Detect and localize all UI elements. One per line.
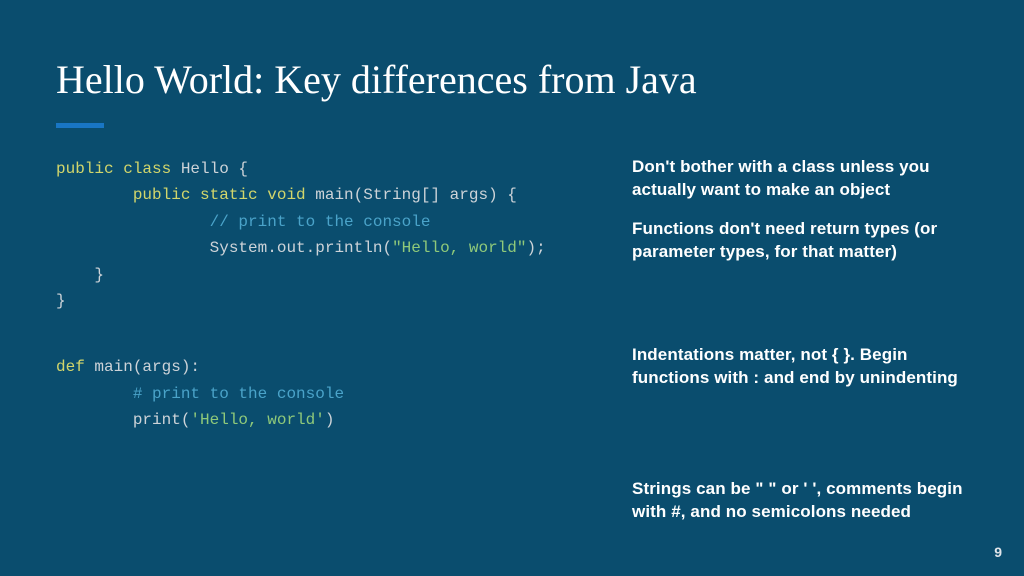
java-indent bbox=[56, 213, 210, 231]
py-text: main(args): bbox=[85, 358, 200, 376]
note-text: Don't bother with a class unless you act… bbox=[632, 156, 968, 202]
java-code-block: public class Hello { public static void … bbox=[56, 156, 616, 314]
java-keyword: public static void bbox=[133, 186, 306, 204]
py-comment: # print to the console bbox=[133, 385, 344, 403]
java-text: main(String[] args) { bbox=[306, 186, 517, 204]
py-indent bbox=[56, 385, 133, 403]
py-indent bbox=[56, 411, 133, 429]
py-text: ) bbox=[325, 411, 335, 429]
java-comment: // print to the console bbox=[210, 213, 431, 231]
code-column: public class Hello { public static void … bbox=[56, 156, 616, 540]
accent-line bbox=[56, 123, 104, 128]
java-text: System.out.println( bbox=[210, 239, 392, 257]
java-text: } bbox=[56, 266, 104, 284]
java-keyword: public class bbox=[56, 160, 171, 178]
java-indent bbox=[56, 186, 133, 204]
java-indent bbox=[56, 239, 210, 257]
py-string: 'Hello, world' bbox=[190, 411, 324, 429]
java-text: } bbox=[56, 292, 66, 310]
note-text: Strings can be " " or ' ', comments begi… bbox=[632, 478, 968, 524]
py-text: print( bbox=[133, 411, 191, 429]
note-gap bbox=[632, 406, 968, 478]
note-text: Functions don't need return types (or pa… bbox=[632, 218, 968, 264]
note-gap bbox=[632, 280, 968, 344]
py-keyword: def bbox=[56, 358, 85, 376]
java-text: Hello { bbox=[171, 160, 248, 178]
slide-title: Hello World: Key differences from Java bbox=[56, 56, 968, 103]
python-code-block: def main(args): # print to the console p… bbox=[56, 354, 616, 433]
note-text: Indentations matter, not { }. Begin func… bbox=[632, 344, 968, 390]
page-number: 9 bbox=[994, 544, 1002, 560]
slide: Hello World: Key differences from Java p… bbox=[0, 0, 1024, 576]
java-string: "Hello, world" bbox=[392, 239, 526, 257]
notes-column: Don't bother with a class unless you act… bbox=[632, 156, 968, 540]
java-text: ); bbox=[526, 239, 545, 257]
content-row: public class Hello { public static void … bbox=[56, 156, 968, 540]
